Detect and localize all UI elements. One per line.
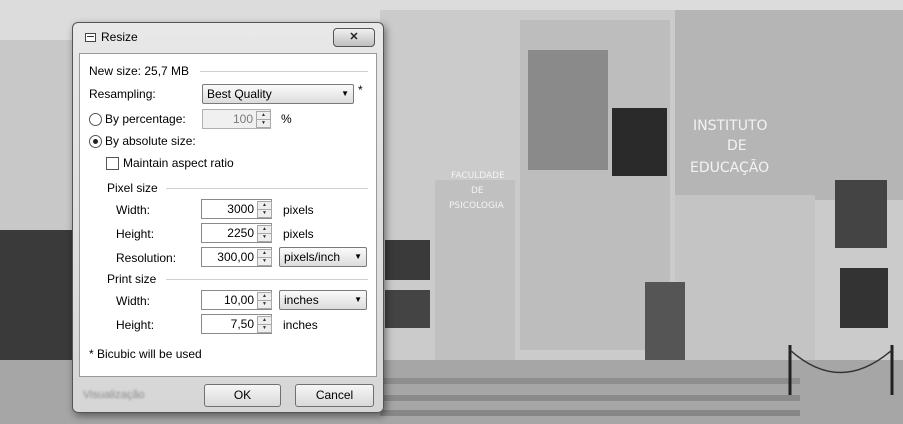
spin-down-icon[interactable]: ▼ — [257, 209, 272, 218]
title-bar[interactable]: Resize ✕ — [73, 23, 383, 51]
dialog-title: Resize — [101, 30, 138, 44]
maintain-aspect-label: Maintain aspect ratio — [123, 156, 234, 170]
percentage-unit: % — [281, 112, 292, 126]
separator — [166, 188, 368, 189]
pixel-height-label: Height: — [116, 227, 155, 241]
print-width-label: Width: — [116, 294, 151, 308]
sign-faculty-line2: DE — [471, 186, 484, 196]
window-icon — [85, 33, 96, 42]
separator — [166, 279, 368, 280]
resolution-spinner[interactable]: 300,00 ▲ ▼ — [201, 247, 272, 267]
spin-down-icon[interactable]: ▼ — [257, 257, 272, 266]
pixel-width-spinner[interactable]: 3000 ▲ ▼ — [201, 199, 272, 219]
percentage-value: 100 — [232, 112, 253, 126]
print-width-spinner[interactable]: 10,00 ▲ ▼ — [201, 290, 272, 310]
pixel-height-unit: pixels — [283, 227, 314, 241]
print-height-value: 7,50 — [230, 317, 254, 331]
by-percentage-label: By percentage: — [105, 112, 186, 126]
resolution-unit-value: pixels/inch — [284, 250, 341, 264]
spin-down-icon[interactable]: ▼ — [256, 119, 271, 128]
print-height-label: Height: — [116, 318, 155, 332]
spin-down-icon[interactable]: ▼ — [257, 324, 272, 333]
bicubic-footnote: * Bicubic will be used — [89, 347, 202, 361]
blurred-caption: Visualização — [83, 389, 145, 401]
resolution-label: Resolution: — [116, 251, 177, 265]
print-width-value: 10,00 — [223, 293, 254, 307]
percentage-spinner[interactable]: 100 ▲ ▼ — [202, 109, 271, 129]
spin-down-icon[interactable]: ▼ — [257, 300, 272, 309]
by-percentage-radio[interactable] — [89, 113, 102, 126]
resampling-label: Resampling: — [89, 87, 156, 101]
resize-dialog: Resize ✕ New size: 25,7 MB Resampling: B… — [72, 22, 384, 413]
resolution-value: 300,00 — [217, 250, 254, 264]
spin-down-icon[interactable]: ▼ — [257, 233, 272, 242]
new-size-label: New size: 25,7 MB — [89, 64, 190, 78]
close-button[interactable]: ✕ — [333, 28, 375, 47]
cancel-button[interactable]: Cancel — [295, 384, 374, 407]
print-size-heading: Print size — [107, 272, 157, 286]
resolution-unit-dropdown[interactable]: pixels/inch ▼ — [279, 247, 367, 267]
print-height-unit: inches — [283, 318, 318, 332]
resize-panel: New size: 25,7 MB Resampling: Best Quali… — [79, 53, 377, 377]
sign-institute-line3: EDUCAÇÃO — [690, 159, 769, 176]
ok-button[interactable]: OK — [204, 384, 281, 407]
maintain-aspect-checkbox[interactable] — [106, 157, 119, 170]
pixel-width-unit: pixels — [283, 203, 314, 217]
by-absolute-size-label: By absolute size: — [105, 134, 196, 148]
sign-faculty-line3: PSICOLOGIA — [449, 201, 505, 211]
resampling-dropdown[interactable]: Best Quality ▼ — [202, 84, 354, 104]
print-width-unit-dropdown[interactable]: inches ▼ — [279, 290, 367, 310]
pixel-size-heading: Pixel size — [107, 181, 158, 195]
chevron-down-icon: ▼ — [341, 89, 349, 98]
resampling-value: Best Quality — [207, 87, 272, 101]
print-width-unit-value: inches — [284, 293, 319, 307]
separator — [200, 71, 368, 72]
sign-faculty-line1: FACULDADE — [451, 171, 505, 181]
by-absolute-size-radio[interactable] — [89, 135, 102, 148]
pixel-width-label: Width: — [116, 203, 151, 217]
chevron-down-icon: ▼ — [354, 252, 362, 261]
resampling-note: * — [358, 83, 363, 97]
pixel-width-value: 3000 — [227, 202, 254, 216]
sign-institute-line2: DE — [727, 138, 747, 154]
chevron-down-icon: ▼ — [354, 295, 362, 304]
sign-institute-line1: INSTITUTO — [693, 118, 768, 134]
pixel-height-spinner[interactable]: 2250 ▲ ▼ — [201, 223, 272, 243]
print-height-spinner[interactable]: 7,50 ▲ ▼ — [201, 314, 272, 334]
pixel-height-value: 2250 — [227, 226, 254, 240]
